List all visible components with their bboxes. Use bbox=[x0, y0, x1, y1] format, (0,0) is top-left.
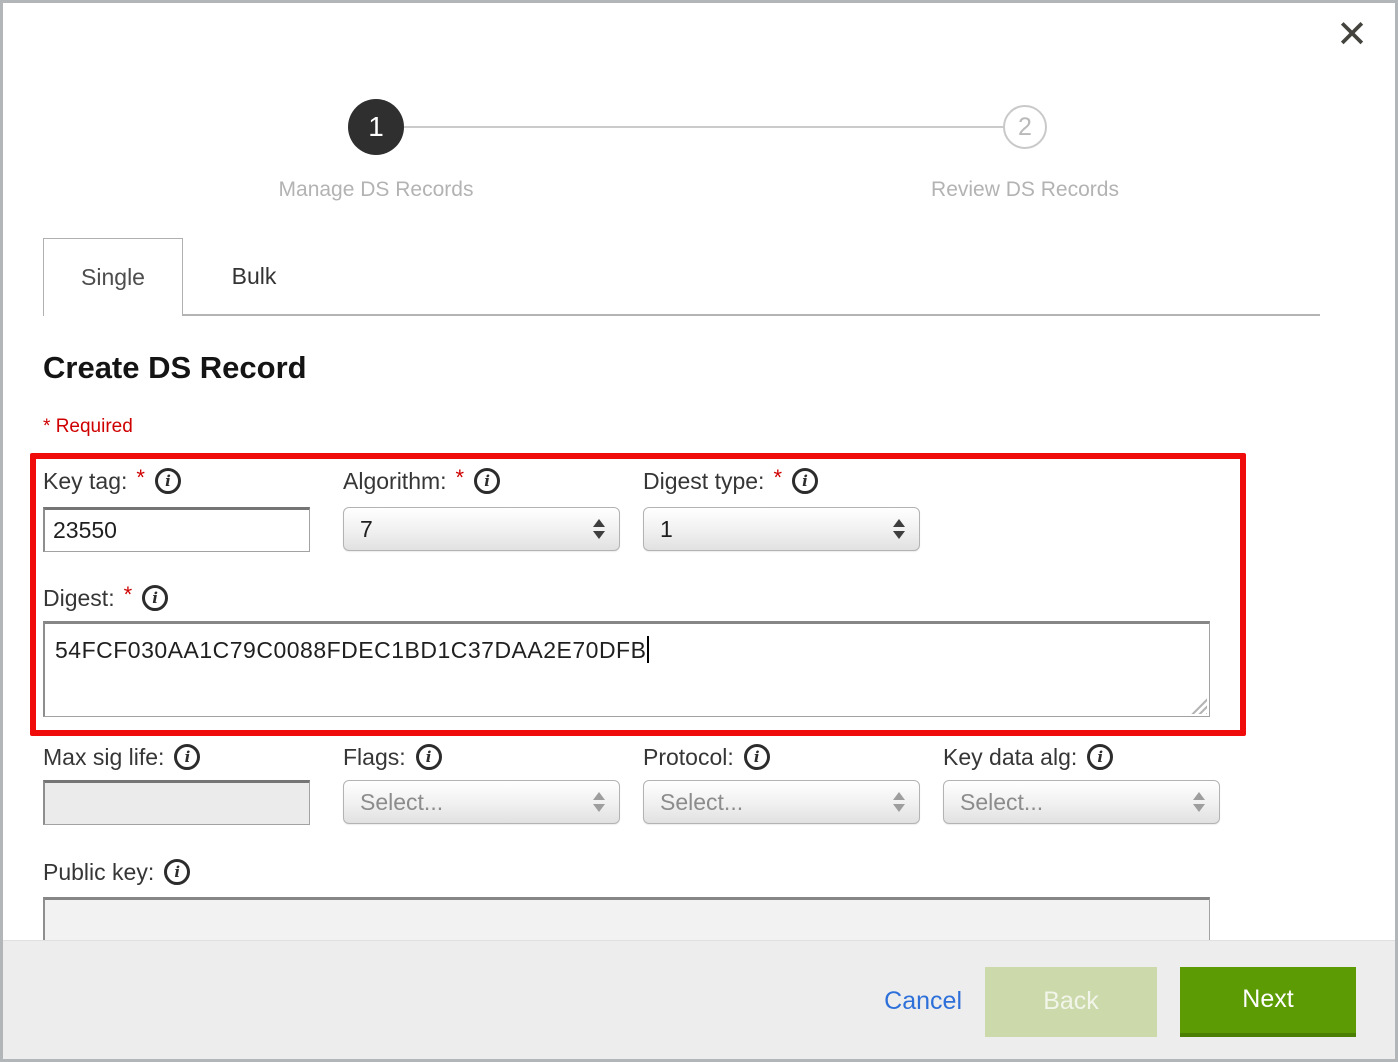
protocol-label: Protocol: bbox=[643, 744, 734, 771]
resize-handle-icon[interactable] bbox=[1190, 697, 1207, 714]
flags-label-row: Flags: i bbox=[343, 742, 442, 772]
required-note: * Required bbox=[43, 416, 133, 438]
key-data-alg-select[interactable]: Select... bbox=[943, 780, 1220, 824]
info-icon[interactable]: i bbox=[164, 859, 190, 885]
back-button[interactable]: Back bbox=[985, 967, 1157, 1037]
info-icon-glyph: i bbox=[1097, 748, 1103, 766]
create-ds-record-modal: ✕ 1 2 Manage DS Records Review DS Record… bbox=[0, 0, 1398, 1062]
info-icon-glyph: i bbox=[185, 748, 191, 766]
algorithm-label-row: Algorithm: * i bbox=[343, 466, 500, 496]
info-icon-glyph: i bbox=[484, 472, 490, 490]
cancel-button[interactable]: Cancel bbox=[884, 987, 962, 1016]
info-icon[interactable]: i bbox=[155, 468, 181, 494]
required-asterisk: * bbox=[456, 465, 465, 491]
flags-select-value: Select... bbox=[360, 789, 593, 816]
digest-label-row: Digest: * i bbox=[43, 583, 168, 613]
tab-single-label: Single bbox=[81, 264, 145, 291]
key-data-alg-label-row: Key data alg: i bbox=[943, 742, 1113, 772]
digest-label: Digest: bbox=[43, 585, 115, 612]
page-title: Create DS Record bbox=[43, 350, 307, 386]
public-key-label-row: Public key: i bbox=[43, 857, 190, 887]
max-sig-life-label: Max sig life: bbox=[43, 744, 164, 771]
select-spinner-icon bbox=[593, 792, 605, 812]
select-spinner-icon bbox=[893, 792, 905, 812]
tab-bulk-label: Bulk bbox=[232, 263, 277, 290]
close-icon[interactable]: ✕ bbox=[1336, 16, 1368, 54]
key-tag-input[interactable] bbox=[43, 507, 310, 552]
digest-type-label: Digest type: bbox=[643, 468, 764, 495]
key-data-alg-select-value: Select... bbox=[960, 789, 1193, 816]
max-sig-life-label-row: Max sig life: i bbox=[43, 742, 200, 772]
info-icon[interactable]: i bbox=[792, 468, 818, 494]
key-tag-label-row: Key tag: * i bbox=[43, 466, 181, 496]
tab-bar-divider bbox=[183, 314, 1320, 316]
protocol-select-value: Select... bbox=[660, 789, 893, 816]
step-2-number: 2 bbox=[1018, 113, 1032, 142]
flags-label: Flags: bbox=[343, 744, 406, 771]
info-icon-glyph: i bbox=[165, 472, 171, 490]
tab-single[interactable]: Single bbox=[43, 238, 183, 316]
info-icon-glyph: i bbox=[754, 748, 760, 766]
next-button[interactable]: Next bbox=[1180, 967, 1356, 1037]
modal-footer: Cancel Back Next bbox=[0, 940, 1398, 1062]
key-data-alg-label: Key data alg: bbox=[943, 744, 1077, 771]
digest-textarea[interactable]: 54FCF030AA1C79C0088FDEC1BD1C37DAA2E70DFB bbox=[43, 621, 1210, 717]
algorithm-label: Algorithm: bbox=[343, 468, 447, 495]
required-asterisk: * bbox=[124, 582, 133, 608]
text-cursor bbox=[647, 636, 649, 663]
stepper-connector-line bbox=[404, 126, 1005, 128]
info-icon[interactable]: i bbox=[174, 744, 200, 770]
algorithm-select[interactable]: 7 bbox=[343, 507, 620, 551]
max-sig-life-input[interactable] bbox=[43, 780, 310, 825]
info-icon[interactable]: i bbox=[1087, 744, 1113, 770]
step-2-circle: 2 bbox=[1003, 105, 1047, 149]
step-1-number: 1 bbox=[368, 111, 384, 143]
digest-value: 54FCF030AA1C79C0088FDEC1BD1C37DAA2E70DFB bbox=[55, 637, 646, 663]
required-note-text: Required bbox=[56, 416, 133, 437]
select-spinner-icon bbox=[1193, 792, 1205, 812]
info-icon-glyph: i bbox=[802, 472, 808, 490]
info-icon-glyph: i bbox=[174, 863, 180, 881]
digest-type-select[interactable]: 1 bbox=[643, 507, 920, 551]
tab-bulk[interactable]: Bulk bbox=[183, 238, 325, 314]
step-1-circle: 1 bbox=[348, 99, 404, 155]
info-icon[interactable]: i bbox=[744, 744, 770, 770]
flags-select[interactable]: Select... bbox=[343, 780, 620, 824]
info-icon[interactable]: i bbox=[416, 744, 442, 770]
step-1-label: Manage DS Records bbox=[176, 178, 576, 202]
info-icon-glyph: i bbox=[152, 589, 158, 607]
select-spinner-icon bbox=[593, 519, 605, 539]
public-key-label: Public key: bbox=[43, 859, 154, 886]
required-asterisk: * bbox=[773, 465, 782, 491]
required-asterisk: * bbox=[43, 416, 50, 437]
select-spinner-icon bbox=[893, 519, 905, 539]
protocol-label-row: Protocol: i bbox=[643, 742, 770, 772]
info-icon[interactable]: i bbox=[474, 468, 500, 494]
digest-type-select-value: 1 bbox=[660, 516, 893, 543]
algorithm-select-value: 7 bbox=[360, 516, 593, 543]
key-tag-label: Key tag: bbox=[43, 468, 127, 495]
info-icon-glyph: i bbox=[426, 748, 432, 766]
digest-type-label-row: Digest type: * i bbox=[643, 466, 818, 496]
required-asterisk: * bbox=[136, 465, 145, 491]
step-2-label: Review DS Records bbox=[825, 178, 1225, 202]
protocol-select[interactable]: Select... bbox=[643, 780, 920, 824]
info-icon[interactable]: i bbox=[142, 585, 168, 611]
